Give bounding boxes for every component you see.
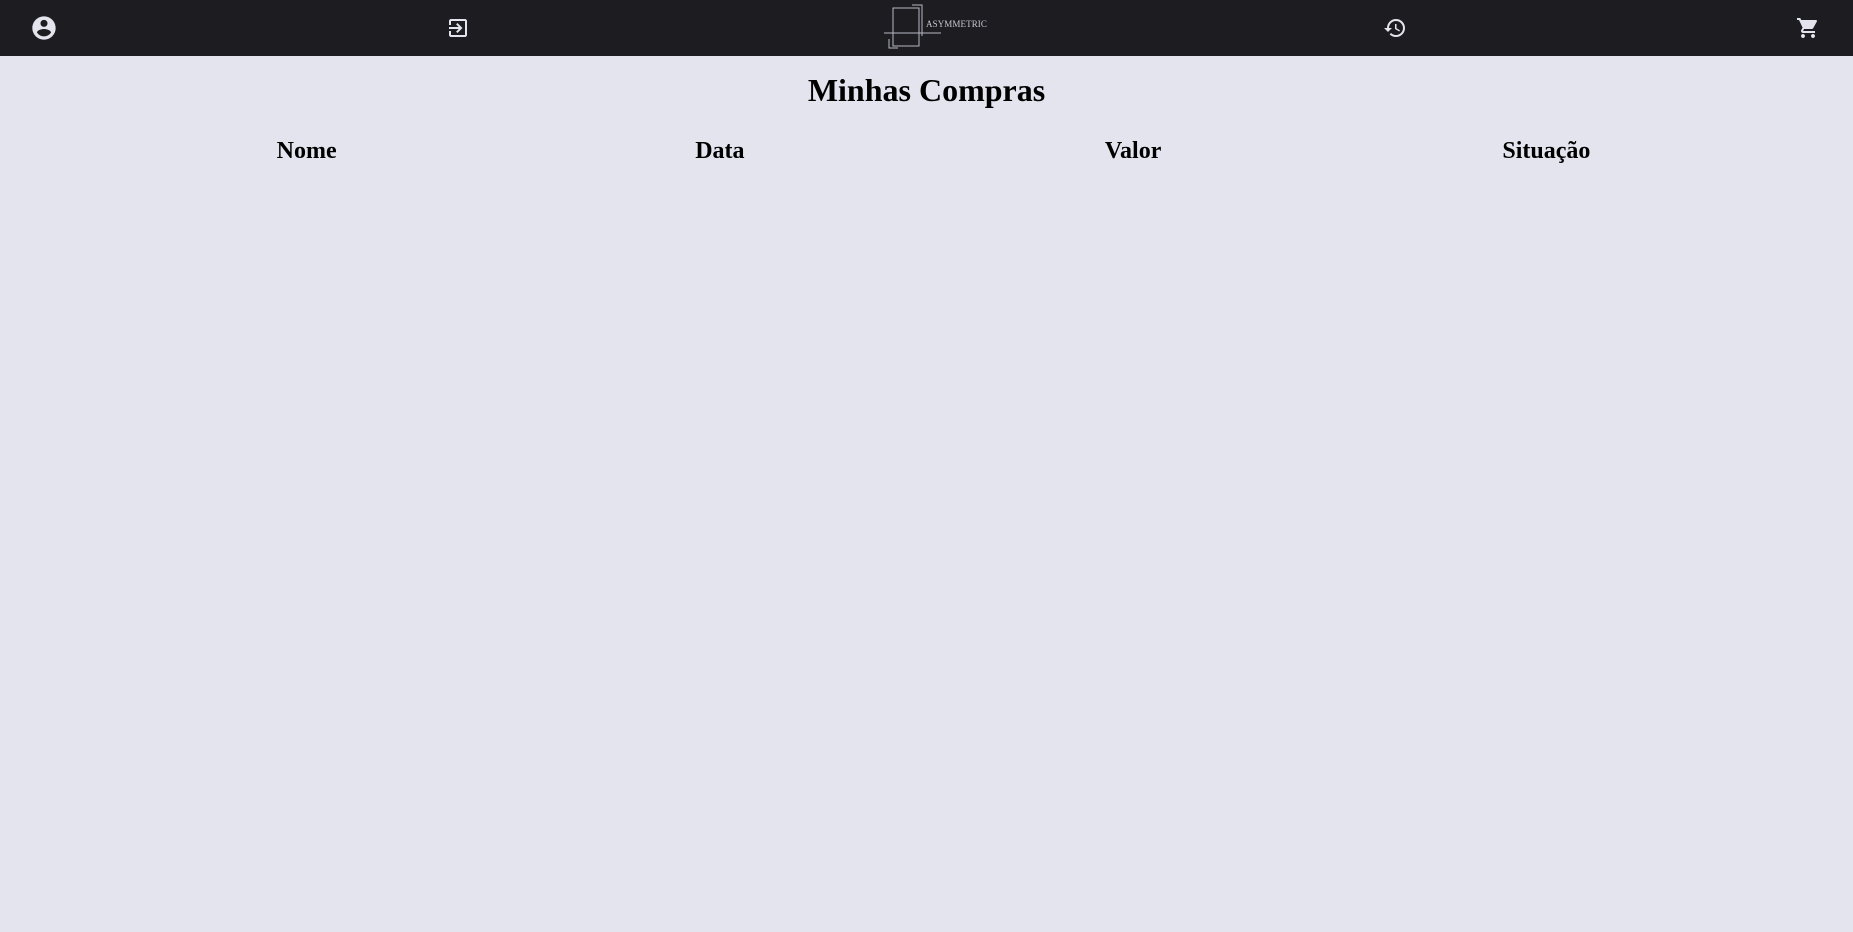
brand-logo[interactable]: ASYMMETRIC bbox=[882, 3, 987, 51]
history-button[interactable] bbox=[1377, 10, 1413, 46]
page-title: Minhas Compras bbox=[807, 72, 1046, 108]
column-header-nome: Nome bbox=[276, 138, 337, 164]
cart-button[interactable] bbox=[1790, 10, 1826, 46]
column-header-valor: Valor bbox=[1104, 138, 1162, 164]
shopping-cart-icon bbox=[1797, 18, 1818, 38]
top-navbar: ASYMMETRIC bbox=[0, 0, 1853, 56]
logo-text: ASYMMETRIC bbox=[926, 19, 988, 29]
history-icon bbox=[1384, 19, 1405, 38]
account-circle-icon bbox=[32, 16, 56, 40]
login-button[interactable] bbox=[440, 10, 476, 46]
profile-button[interactable] bbox=[26, 10, 62, 46]
column-header-situacao: Situação bbox=[1502, 138, 1591, 164]
purchases-table-header: Nome Data Valor Situação bbox=[100, 138, 1753, 165]
column-header-data: Data bbox=[695, 138, 745, 164]
login-icon bbox=[449, 19, 467, 37]
